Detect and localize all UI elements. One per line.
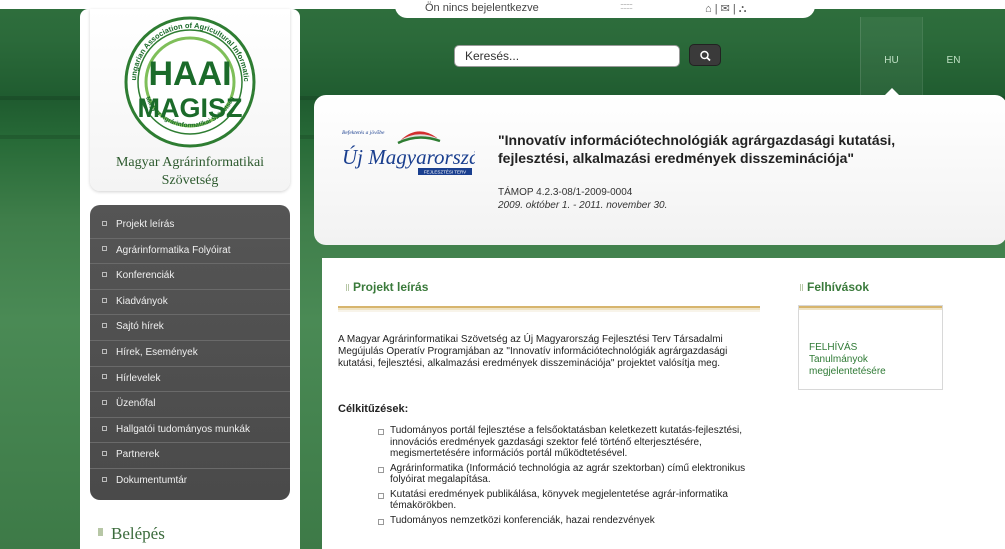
sidebar-item-label: Agrárinformatika Folyóirat (116, 244, 231, 256)
menu-bullet-icon (102, 272, 107, 278)
sidebar-item-dokumentumtar[interactable]: Dokumentumtár (90, 469, 290, 495)
goals-list: Tudományos portál fejlesztése a felsőokt… (378, 425, 760, 529)
sidebar-item-label: Üzenőfal (116, 398, 156, 410)
section-title-projekt-leiras: Projekt leírás (346, 280, 428, 294)
section-marker-icon (800, 284, 803, 291)
goals-title: Célkitűzések: (338, 403, 409, 415)
sidebar-item-label: Sajtó hírek (116, 321, 164, 333)
sidebar-item-label: Kiadványok (116, 295, 168, 307)
login-status: Ön nincs bejelentkezve (425, 2, 539, 14)
intro-paragraph: A Magyar Agrárinformatikai Szövetség az … (338, 334, 728, 369)
status-dots: :::::::: (620, 1, 633, 11)
sidebar-item-label: Hírlevelek (116, 372, 161, 384)
sidebar-item-hallgatoi-munkak[interactable]: Hallgatói tudományos munkák (90, 418, 290, 444)
svg-text:HAAI: HAAI (148, 55, 231, 93)
section-title-felhivasok: Felhívások (800, 280, 869, 294)
sidebar-item-label: Hallgatói tudományos munkák (116, 423, 250, 435)
menu-bullet-icon (102, 323, 107, 329)
org-name-line2: Szövetség (161, 173, 219, 188)
menu-bullet-icon (102, 451, 107, 457)
banner-project-date: 2009. október 1. - 2011. november 30. (498, 200, 668, 211)
login-title[interactable]: Belépés (98, 524, 165, 544)
list-item: Kutatási eredmények publikálása, könyvek… (378, 489, 760, 512)
menu-bullet-icon (102, 476, 107, 482)
svg-text:FEJLESZTÉSI TERV: FEJLESZTÉSI TERV (424, 169, 466, 175)
sidebar-item-label: Projekt leírás (116, 219, 175, 230)
status-bar: Ön nincs bejelentkezve :::::::: ⌂ | ✉ | … (395, 0, 815, 18)
search-input[interactable]: Keresés... (454, 45, 680, 67)
search-icon (700, 50, 711, 62)
section-divider (338, 306, 760, 312)
sidebar-item-label: Hírek, Események (116, 346, 198, 358)
menu-bullet-icon (102, 297, 107, 303)
sidebar-item-partnerek[interactable]: Partnerek (90, 443, 290, 469)
list-item: Tudományos portál fejlesztése a felsőokt… (378, 425, 760, 460)
sidebar-item-label: Konferenciák (116, 270, 175, 282)
lang-en[interactable]: EN (922, 17, 984, 97)
lang-hu[interactable]: HU (860, 17, 922, 97)
svg-text:Új Magyarország: Új Magyarország (342, 145, 475, 169)
org-name: Magyar Agrárinformatikai Szövetség (90, 154, 290, 190)
section-marker-icon (346, 284, 349, 291)
sidebar-item-hirek-esemenyek[interactable]: Hírek, Események (90, 341, 290, 367)
search-button[interactable] (689, 44, 721, 66)
sidebar-item-sajto-hirek[interactable]: Sajtó hírek (90, 315, 290, 341)
sidebar-item-label: Dokumentumtár (116, 474, 188, 486)
section-marker-icon (98, 528, 103, 536)
list-item: Tudományos nemzetközi konferenciák, haza… (378, 515, 760, 527)
uj-magyarorszag-logo-icon: Befektetés a jövőbe Új Magyarország FEJL… (342, 129, 475, 175)
logo-box[interactable]: HAAI MAGISZ Hungarian Association of Agr… (90, 9, 290, 191)
org-name-line1: Magyar Agrárinformatikai (115, 155, 265, 170)
sidebar-item-konferenciak[interactable]: Konferenciák (90, 264, 290, 290)
menu-bullet-icon (102, 220, 107, 226)
sidebar-menu: Projekt leírás Agrárinformatika Folyóira… (90, 205, 290, 500)
sidebar-item-uzenofal[interactable]: Üzenőfal (90, 392, 290, 418)
active-lang-arrow-icon (885, 88, 899, 95)
sidebar-item-label: Partnerek (116, 449, 160, 461)
menu-bullet-icon (102, 348, 107, 354)
header-icons[interactable]: ⌂ | ✉ | ⛬ (705, 2, 747, 16)
banner-title: "Innovatív információtechnológiák agrárg… (498, 132, 896, 166)
banner-project-code: TÁMOP 4.2.3-08/1-2009-0004 (498, 187, 633, 198)
haai-magisz-logo-icon: HAAI MAGISZ Hungarian Association of Agr… (122, 13, 256, 148)
sidebar-item-projekt-leiras[interactable]: Projekt leírás (90, 213, 290, 239)
sidebar-item-hirlevelek[interactable]: Hírlevelek (90, 367, 290, 393)
sidebar-item-kiadvanyok[interactable]: Kiadványok (90, 290, 290, 316)
menu-bullet-icon (102, 400, 107, 406)
svg-text:Befektetés a jövőbe: Befektetés a jövőbe (342, 129, 385, 136)
call-link[interactable]: FELHÍVÁS Tanulmányok megjelentetésére (809, 342, 939, 378)
list-item: Agrárinformatika (Információ technológia… (378, 463, 760, 486)
menu-bullet-icon (102, 374, 107, 380)
menu-bullet-icon (102, 246, 107, 252)
call-divider (799, 306, 942, 312)
call-box: FELHÍVÁS Tanulmányok megjelentetésére (798, 305, 943, 390)
sidebar-item-folyoirat[interactable]: Agrárinformatika Folyóirat (90, 239, 290, 265)
menu-bullet-icon (102, 425, 107, 431)
